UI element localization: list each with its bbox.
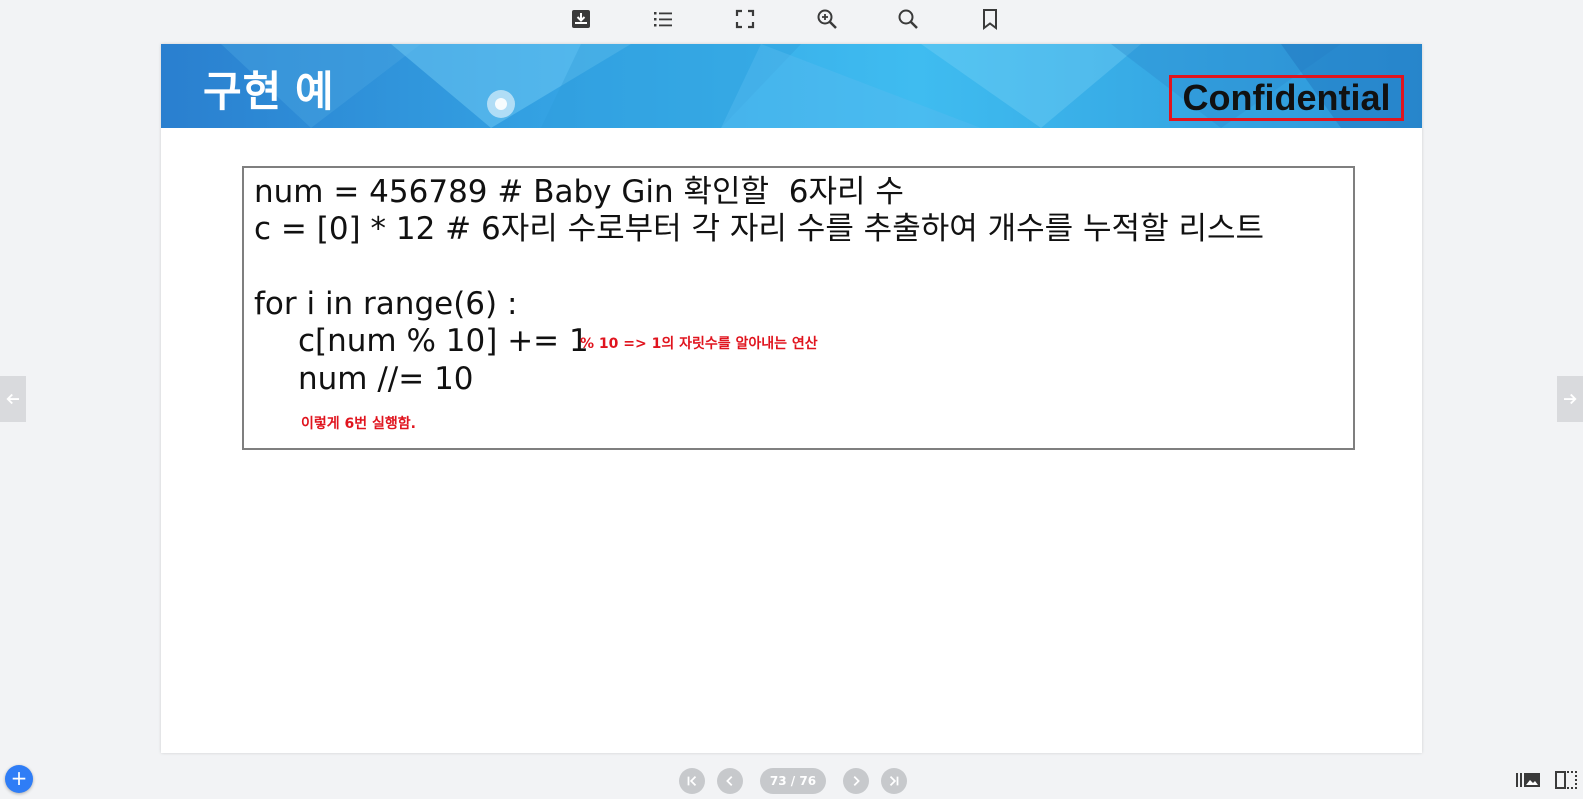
slide-page: 구현 예 Confidential num = 456789 # Baby Gi… — [161, 44, 1422, 753]
prev-page-button[interactable] — [717, 768, 743, 794]
code-line-5: num //= 10 — [298, 361, 474, 397]
split-view-icon — [1555, 771, 1577, 789]
add-button[interactable]: + — [5, 765, 33, 793]
chevron-left-icon — [726, 776, 733, 786]
first-page-button[interactable] — [679, 768, 705, 794]
arrow-left-icon — [6, 393, 19, 405]
arrow-right-icon — [1564, 393, 1577, 405]
confidential-badge: Confidential — [1169, 75, 1404, 121]
code-line-2: c = [0] * 12 # 6자리 수로부터 각 자리 수를 추출하여 개수를… — [254, 211, 1265, 247]
last-page-button[interactable] — [881, 768, 907, 794]
search-icon[interactable] — [893, 4, 923, 34]
first-page-icon — [687, 776, 697, 786]
chevron-right-icon — [853, 776, 860, 786]
prev-page-arrow[interactable] — [0, 376, 26, 422]
top-toolbar — [0, 0, 1583, 40]
slide-title: 구현 예 — [203, 68, 335, 115]
thumbnail-view-button[interactable] — [1514, 767, 1542, 793]
code-line-3: for i in range(6) : — [254, 286, 518, 322]
list-icon[interactable] — [648, 4, 678, 34]
slide-header-banner: 구현 예 Confidential — [161, 44, 1422, 128]
split-view-button[interactable] — [1552, 767, 1580, 793]
page-indicator: 73 / 76 — [760, 768, 826, 794]
next-page-arrow[interactable] — [1557, 376, 1583, 422]
bookmark-icon[interactable] — [975, 4, 1005, 34]
code-box: num = 456789 # Baby Gin 확인할 6자리 수 c = [0… — [242, 166, 1355, 450]
zoom-in-icon[interactable] — [812, 4, 842, 34]
code-line-4: c[num % 10] += 1 — [298, 323, 589, 359]
next-page-button[interactable] — [843, 768, 869, 794]
thumbnails-icon — [1516, 773, 1540, 787]
fullscreen-icon[interactable] — [730, 4, 760, 34]
download-icon[interactable] — [566, 4, 596, 34]
last-page-icon — [889, 776, 899, 786]
code-line-1: num = 456789 # Baby Gin 확인할 6자리 수 — [254, 174, 904, 210]
loop-annotation: 이렇게 6번 실행함. — [301, 416, 416, 432]
mod-annotation: % 10 => 1의 자릿수를 알아내는 연산 — [580, 336, 818, 352]
